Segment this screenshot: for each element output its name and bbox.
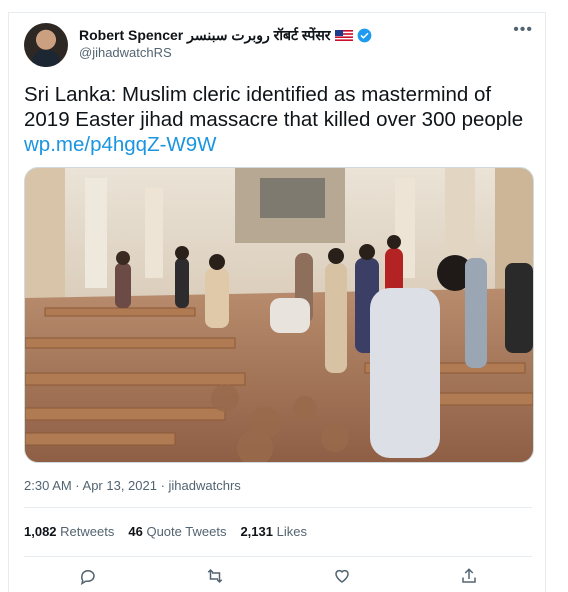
tweet-text: Sri Lanka: Muslim cleric identified as m… [24,83,524,131]
author-handle[interactable]: @jihadwatchRS [79,45,172,60]
verified-badge-icon [357,28,371,43]
church-interior-photo [25,168,533,462]
quotes-count: 46 [128,524,143,539]
retweets-stat[interactable]: 1,082 Retweets [24,524,114,539]
author-display-name[interactable]: Robert Spencer روبرت سبنسر रॉबर्ट स्पेंस… [79,26,331,45]
tweet-timestamp[interactable]: 2:30 AM · Apr 13, 2021 · jihadwatchrs [24,478,241,493]
tweet-card: Robert Spencer روبرت سبنسر रॉबर्ट स्पेंस… [8,12,546,592]
tweet-stats: 1,082 Retweets 46 Quote Tweets 2,131 Lik… [24,524,307,539]
tweet-link[interactable]: wp.me/p4hgqZ-W9W [24,132,539,157]
divider [24,507,532,508]
retweet-icon[interactable] [204,567,226,589]
tweet-body: Sri Lanka: Muslim cleric identified as m… [24,82,539,157]
us-flag-icon [334,30,353,41]
tweet-media-image[interactable] [24,167,534,463]
share-icon[interactable] [458,567,480,589]
quotes-label: Quote Tweets [146,524,227,539]
divider [24,556,532,557]
more-options-icon[interactable]: ••• [513,22,533,38]
quote-tweets-stat[interactable]: 46 Quote Tweets [128,524,226,539]
likes-stat[interactable]: 2,131 Likes [240,524,307,539]
retweets-count: 1,082 [24,524,57,539]
likes-label: Likes [276,524,307,539]
reply-icon[interactable] [77,567,99,589]
avatar[interactable] [24,23,68,67]
heart-icon[interactable] [331,567,353,589]
author-name-row: Robert Spencer روبرت سبنسر रॉबर्ट स्पेंस… [79,26,372,45]
tweet-actions [24,567,532,589]
likes-count: 2,131 [240,524,273,539]
retweets-label: Retweets [60,524,115,539]
